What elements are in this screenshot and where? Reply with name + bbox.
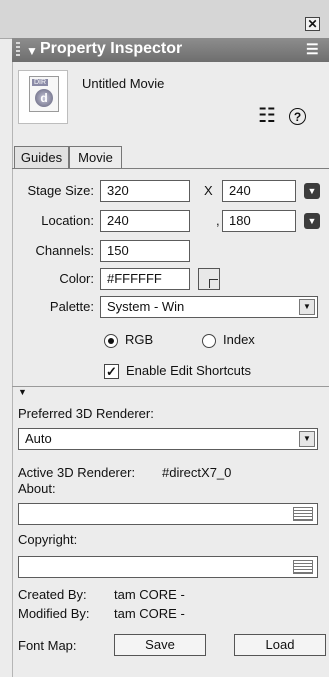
color-label: Color: <box>59 271 94 286</box>
list-view-icon[interactable]: ☷ <box>258 106 276 126</box>
rgb-radio[interactable] <box>104 334 118 348</box>
palette-label: Palette: <box>49 299 94 314</box>
index-radio-label: Index <box>223 332 255 347</box>
palette-value: System - Win <box>107 299 185 314</box>
rgb-radio-label: RGB <box>125 332 154 347</box>
modified-by-value: tam CORE - <box>114 606 185 621</box>
stage-width-field[interactable]: 320 <box>100 180 190 202</box>
panel-title-bar[interactable]: ▼ Property Inspector ☰ <box>12 38 329 62</box>
location-y-field[interactable]: 180 <box>222 210 296 232</box>
expand-text-icon[interactable] <box>293 507 313 521</box>
font-map-load-button[interactable]: Load <box>234 634 326 656</box>
font-map-label: Font Map: <box>18 638 77 653</box>
active-renderer-label: Active 3D Renderer: <box>18 465 136 480</box>
enable-shortcuts-label: Enable Edit Shortcuts <box>126 363 252 378</box>
help-icon[interactable]: ? <box>289 108 306 125</box>
options-menu-icon[interactable]: ☰ <box>306 41 319 58</box>
close-icon[interactable]: ✕ <box>305 17 320 31</box>
modified-by-label: Modified By: <box>18 606 90 621</box>
location-separator: , <box>216 213 220 228</box>
section-divider <box>12 386 329 387</box>
font-map-save-button[interactable]: Save <box>114 634 206 656</box>
stage-size-presets-icon[interactable]: ▼ <box>304 183 320 199</box>
section-collapse-icon[interactable]: ▼ <box>18 387 27 397</box>
movie-thumbnail: DIR d <box>18 70 68 124</box>
index-radio[interactable] <box>202 334 216 348</box>
stage-height-field[interactable]: 240 <box>222 180 296 202</box>
panel-left-border <box>12 62 13 677</box>
chevron-down-icon[interactable]: ▼ <box>299 299 315 315</box>
stage-x-separator: X <box>204 183 213 198</box>
about-label: About: <box>18 481 56 496</box>
preferred-renderer-select[interactable]: Auto ▼ <box>18 428 318 450</box>
enable-shortcuts-checkbox[interactable]: ✓ <box>104 364 119 379</box>
about-field[interactable] <box>18 503 318 525</box>
created-by-value: tam CORE - <box>114 587 185 602</box>
window-top-bar <box>0 0 329 39</box>
tab-underline <box>12 168 329 169</box>
active-renderer-value: #directX7_0 <box>162 465 232 480</box>
color-swatch-picker[interactable] <box>198 268 220 290</box>
movie-name: Untitled Movie <box>82 76 165 91</box>
location-label: Location: <box>41 213 94 228</box>
director-file-icon: DIR d <box>29 76 59 112</box>
channels-field[interactable]: 150 <box>100 240 190 262</box>
location-presets-icon[interactable]: ▼ <box>304 213 320 229</box>
tab-movie[interactable]: Movie <box>69 146 122 169</box>
created-by-label: Created By: <box>18 587 87 602</box>
copyright-field[interactable] <box>18 556 318 578</box>
chevron-down-icon[interactable]: ▼ <box>299 431 315 447</box>
collapse-triangle-icon[interactable]: ▼ <box>26 44 38 58</box>
color-hex-field[interactable]: #FFFFFF <box>100 268 190 290</box>
drag-grip-icon[interactable] <box>16 42 20 58</box>
palette-select[interactable]: System - Win ▼ <box>100 296 318 318</box>
location-x-field[interactable]: 240 <box>100 210 190 232</box>
stage-size-label: Stage Size: <box>27 183 95 198</box>
director-disc-icon: d <box>35 89 53 107</box>
copyright-label: Copyright: <box>18 532 78 547</box>
expand-text-icon[interactable] <box>293 560 313 574</box>
channels-label: Channels: <box>35 243 94 258</box>
panel-title: Property Inspector <box>40 40 183 57</box>
preferred-renderer-value: Auto <box>25 431 52 446</box>
tab-guides[interactable]: Guides <box>14 146 69 168</box>
preferred-renderer-label: Preferred 3D Renderer: <box>18 406 154 421</box>
file-type-tag: DIR <box>32 79 49 86</box>
